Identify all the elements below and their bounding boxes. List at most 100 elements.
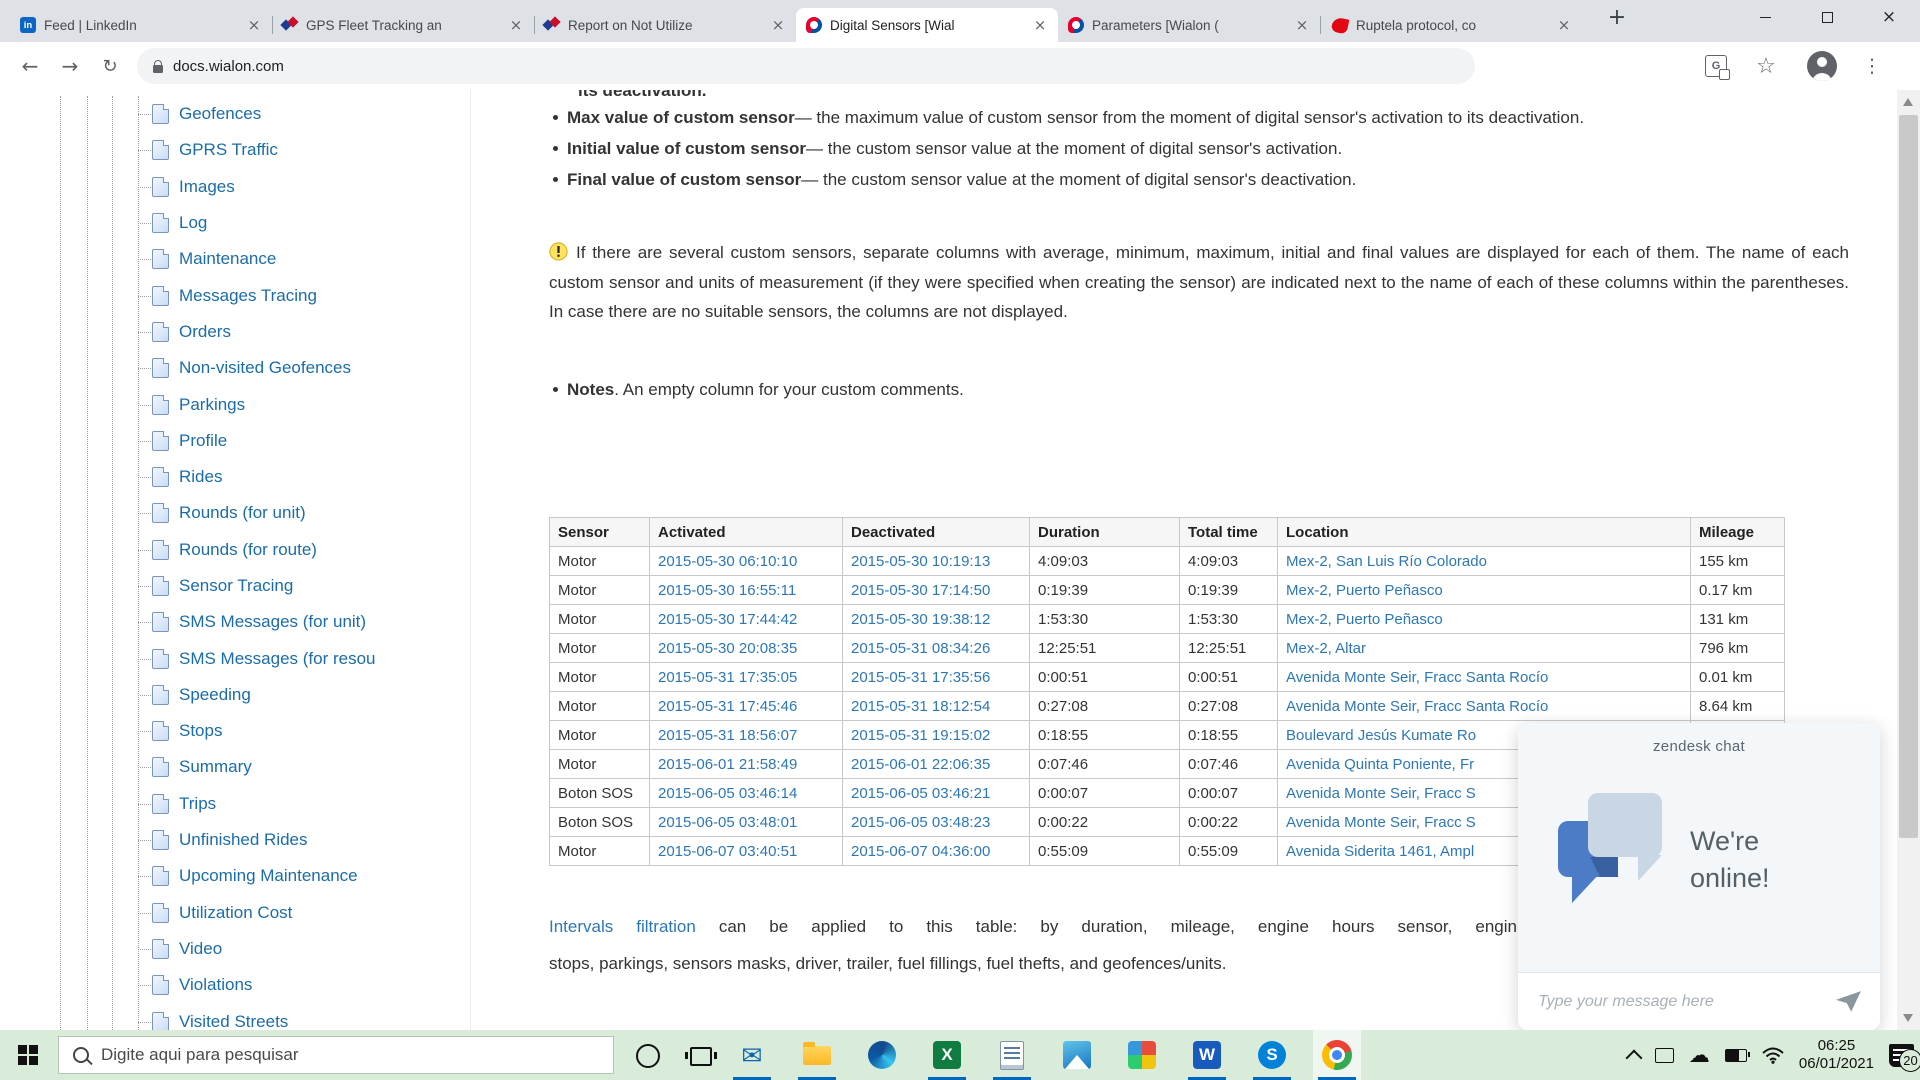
table-cell-link[interactable]: 2015-05-30 10:19:13 <box>843 547 1030 576</box>
cast-icon[interactable] <box>1655 1048 1674 1063</box>
address-bar[interactable]: docs.wialon.com <box>137 48 1475 84</box>
sidebar-item[interactable]: Utilization Cost <box>0 895 470 931</box>
table-cell-link[interactable]: Mex-2, Puerto Peñasco <box>1278 576 1691 605</box>
new-tab-button[interactable]: + <box>1600 0 1634 34</box>
sidebar-item[interactable]: Speeding <box>0 677 470 713</box>
table-cell-link[interactable]: 2015-06-07 03:40:51 <box>650 837 843 866</box>
browser-menu-kebab-icon[interactable]: ⋮ <box>1856 50 1888 82</box>
sidebar-item[interactable]: Rides <box>0 459 470 495</box>
onedrive-cloud-icon[interactable]: ☁ <box>1689 1045 1710 1066</box>
tab-close-icon[interactable]: × <box>508 16 524 34</box>
browser-tab[interactable]: Digital Sensors [Wial× <box>796 8 1058 42</box>
tab-close-icon[interactable]: × <box>1032 16 1048 34</box>
back-button[interactable]: ← <box>14 50 46 82</box>
chrome-app-icon[interactable] <box>1313 1030 1361 1080</box>
scrollbar-down-arrow[interactable] <box>1903 1014 1913 1022</box>
table-cell-link[interactable]: 2015-06-05 03:46:21 <box>843 779 1030 808</box>
sidebar-item[interactable]: Sensor Tracing <box>0 568 470 604</box>
task-view-icon[interactable] <box>690 1047 712 1066</box>
sidebar-item[interactable]: Visited Streets <box>0 1003 470 1030</box>
mail-app-icon[interactable]: ✉ <box>728 1030 776 1080</box>
table-cell-link[interactable]: 2015-06-07 04:36:00 <box>843 837 1030 866</box>
table-cell-link[interactable]: 2015-05-31 17:35:56 <box>843 663 1030 692</box>
table-cell-link[interactable]: 2015-05-31 18:12:54 <box>843 692 1030 721</box>
sidebar-item[interactable]: SMS Messages (for unit) <box>0 604 470 640</box>
translate-icon[interactable]: G <box>1700 50 1732 82</box>
window-minimize-button[interactable] <box>1734 0 1796 34</box>
document-app-app-icon[interactable] <box>988 1030 1036 1080</box>
table-cell-link[interactable]: 2015-06-01 22:06:35 <box>843 750 1030 779</box>
table-cell-link[interactable]: 2015-06-05 03:48:23 <box>843 808 1030 837</box>
sidebar-item[interactable]: Stops <box>0 713 470 749</box>
table-cell-link[interactable]: Mex-2, Altar <box>1278 634 1691 663</box>
table-cell-link[interactable]: 2015-05-30 19:38:12 <box>843 605 1030 634</box>
window-close-button[interactable]: × <box>1858 0 1920 34</box>
browser-tab[interactable]: inFeed | LinkedIn× <box>10 8 272 42</box>
browser-tab[interactable]: Ruptela protocol, co× <box>1320 8 1582 42</box>
sidebar-item[interactable]: Images <box>0 169 470 205</box>
table-cell-link[interactable]: 2015-05-31 08:34:26 <box>843 634 1030 663</box>
sidebar-item[interactable]: Violations <box>0 967 470 1003</box>
table-cell-link[interactable]: 2015-05-30 16:55:11 <box>650 576 843 605</box>
table-cell-link[interactable]: 2015-05-31 17:45:46 <box>650 692 843 721</box>
chat-message-input[interactable] <box>1536 992 1836 1012</box>
browser-tab[interactable]: Report on Not Utilize× <box>534 8 796 42</box>
table-cell-link[interactable]: 2015-06-05 03:48:01 <box>650 808 843 837</box>
action-center-icon[interactable]: 20 <box>1889 1044 1914 1067</box>
sidebar-item[interactable]: Profile <box>0 423 470 459</box>
table-cell-link[interactable]: 2015-05-31 19:15:02 <box>843 721 1030 750</box>
taskbar-clock[interactable]: 06:25 06/01/2021 <box>1799 1037 1874 1073</box>
tab-close-icon[interactable]: × <box>1294 16 1310 34</box>
sidebar-item[interactable]: Summary <box>0 749 470 785</box>
taskbar-search-box[interactable]: Digite aqui para pesquisar <box>58 1036 614 1074</box>
send-icon[interactable] <box>1836 991 1862 1013</box>
profile-avatar[interactable] <box>1806 50 1838 82</box>
start-button[interactable] <box>18 1045 38 1065</box>
table-cell-link[interactable]: Mex-2, Puerto Peñasco <box>1278 605 1691 634</box>
scrollbar-up-arrow[interactable] <box>1903 98 1913 106</box>
cortana-icon[interactable] <box>636 1044 660 1068</box>
tray-chevron-icon[interactable] <box>1625 1049 1642 1066</box>
reload-button[interactable]: ↻ <box>94 50 126 82</box>
sidebar-item[interactable]: Unfinished Rides <box>0 822 470 858</box>
forward-button[interactable]: → <box>54 50 86 82</box>
table-cell-link[interactable]: 2015-06-01 21:58:49 <box>650 750 843 779</box>
excel-app-icon[interactable]: X <box>923 1030 971 1080</box>
sidebar-item[interactable]: Log <box>0 205 470 241</box>
sidebar-item[interactable]: Maintenance <box>0 241 470 277</box>
skype-app-icon[interactable]: S <box>1248 1030 1296 1080</box>
scrollbar-thumb[interactable] <box>1899 115 1918 838</box>
paint-app-app-icon[interactable] <box>1118 1030 1166 1080</box>
table-cell-link[interactable]: 2015-06-05 03:46:14 <box>650 779 843 808</box>
wifi-icon[interactable] <box>1762 1047 1784 1064</box>
sidebar-item[interactable]: Trips <box>0 786 470 822</box>
table-cell-link[interactable]: 2015-05-30 20:08:35 <box>650 634 843 663</box>
sidebar-item[interactable]: SMS Messages (for resou <box>0 640 470 676</box>
table-cell-link[interactable]: 2015-05-31 17:35:05 <box>650 663 843 692</box>
sidebar-item[interactable]: Parkings <box>0 386 470 422</box>
table-cell-link[interactable]: 2015-05-30 17:44:42 <box>650 605 843 634</box>
intervals-filtration-link[interactable]: Intervals filtration <box>549 917 696 936</box>
window-restore-button[interactable] <box>1796 0 1858 34</box>
photos-app-app-icon[interactable] <box>1053 1030 1101 1080</box>
word-app-icon[interactable]: W <box>1183 1030 1231 1080</box>
page-scrollbar[interactable] <box>1897 90 1920 1030</box>
sidebar-item[interactable]: Upcoming Maintenance <box>0 858 470 894</box>
sidebar-item[interactable]: Geofences <box>0 96 470 132</box>
sidebar-item[interactable]: GPRS Traffic <box>0 132 470 168</box>
table-cell-link[interactable]: Mex-2, San Luis Río Colorado <box>1278 547 1691 576</box>
sidebar-item[interactable]: Video <box>0 931 470 967</box>
tab-close-icon[interactable]: × <box>770 16 786 34</box>
sidebar-item[interactable]: Rounds (for unit) <box>0 495 470 531</box>
table-cell-link[interactable]: 2015-05-30 17:14:50 <box>843 576 1030 605</box>
file-explorer-app-icon[interactable] <box>793 1030 841 1080</box>
table-cell-link[interactable]: Avenida Monte Seir, Fracc Santa Rocío <box>1278 692 1691 721</box>
sidebar-item[interactable]: Orders <box>0 314 470 350</box>
browser-tab[interactable]: GPS Fleet Tracking an× <box>272 8 534 42</box>
tab-close-icon[interactable]: × <box>246 16 262 34</box>
table-cell-link[interactable]: 2015-05-31 18:56:07 <box>650 721 843 750</box>
browser-tab[interactable]: Parameters [Wialon (× <box>1058 8 1320 42</box>
bookmark-star-icon[interactable]: ☆ <box>1750 50 1782 82</box>
battery-icon[interactable] <box>1725 1049 1747 1062</box>
table-cell-link[interactable]: Avenida Monte Seir, Fracc Santa Rocío <box>1278 663 1691 692</box>
